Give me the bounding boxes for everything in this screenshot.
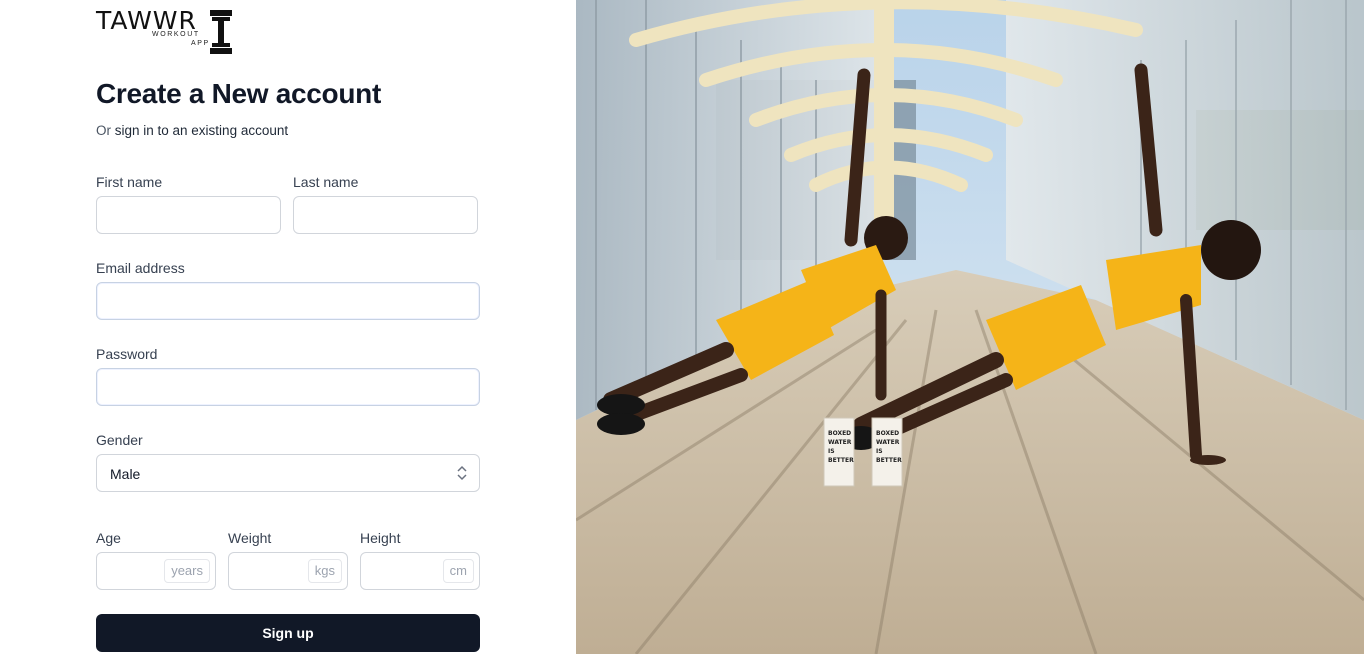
- gender-selected-value: Male: [110, 466, 141, 482]
- weight-field[interactable]: kgs: [228, 552, 348, 590]
- first-name-field[interactable]: [96, 196, 281, 234]
- signin-prompt: Or sign in to an existing account: [96, 123, 288, 138]
- workout-photo: BOXED WATER IS BETTER BOXED WATER IS BET…: [576, 0, 1364, 654]
- app-logo: TAWWR WORKOUT APP: [96, 4, 236, 54]
- email-label: Email address: [96, 260, 185, 276]
- chevron-up-down-icon: [457, 465, 467, 481]
- height-label: Height: [360, 530, 401, 546]
- age-unit: years: [164, 559, 210, 583]
- signin-prefix: Or: [96, 123, 115, 138]
- email-field[interactable]: [96, 282, 480, 320]
- carton-right-text-3: IS: [876, 448, 883, 455]
- height-unit: cm: [442, 559, 474, 583]
- height-field[interactable]: cm: [360, 552, 480, 590]
- logo-subtitle-app: APP: [191, 40, 210, 47]
- carton-right-text-2: WATER: [876, 439, 900, 446]
- weight-label: Weight: [228, 530, 272, 546]
- bridge-scene-illustration: BOXED WATER IS BETTER BOXED WATER IS BET…: [576, 0, 1364, 654]
- carton-left-text-4: BETTER: [828, 457, 854, 464]
- last-name-label: Last name: [293, 174, 359, 190]
- carton-right-text-4: BETTER: [876, 457, 902, 464]
- carton-left-text-3: IS: [828, 448, 835, 455]
- gender-label: Gender: [96, 432, 143, 448]
- age-label: Age: [96, 530, 121, 546]
- page-title: Create a New account: [96, 78, 381, 109]
- signup-panel: TAWWR WORKOUT APP Create a New account O…: [0, 0, 576, 654]
- dumbbell-icon: [210, 10, 232, 54]
- age-field[interactable]: years: [96, 552, 216, 590]
- password-label: Password: [96, 346, 158, 362]
- carton-left-text-1: BOXED: [828, 430, 851, 437]
- signin-link[interactable]: sign in to an existing account: [115, 123, 288, 138]
- carton-right-text-1: BOXED: [876, 430, 899, 437]
- last-name-field[interactable]: [293, 196, 478, 234]
- gender-select[interactable]: Male: [96, 454, 480, 492]
- carton-left-text-2: WATER: [828, 439, 852, 446]
- first-name-label: First name: [96, 174, 163, 190]
- logo-subtitle-workout: WORKOUT: [152, 31, 200, 38]
- password-field[interactable]: [96, 368, 480, 406]
- signup-button[interactable]: Sign up: [96, 614, 480, 652]
- weight-unit: kgs: [307, 559, 342, 583]
